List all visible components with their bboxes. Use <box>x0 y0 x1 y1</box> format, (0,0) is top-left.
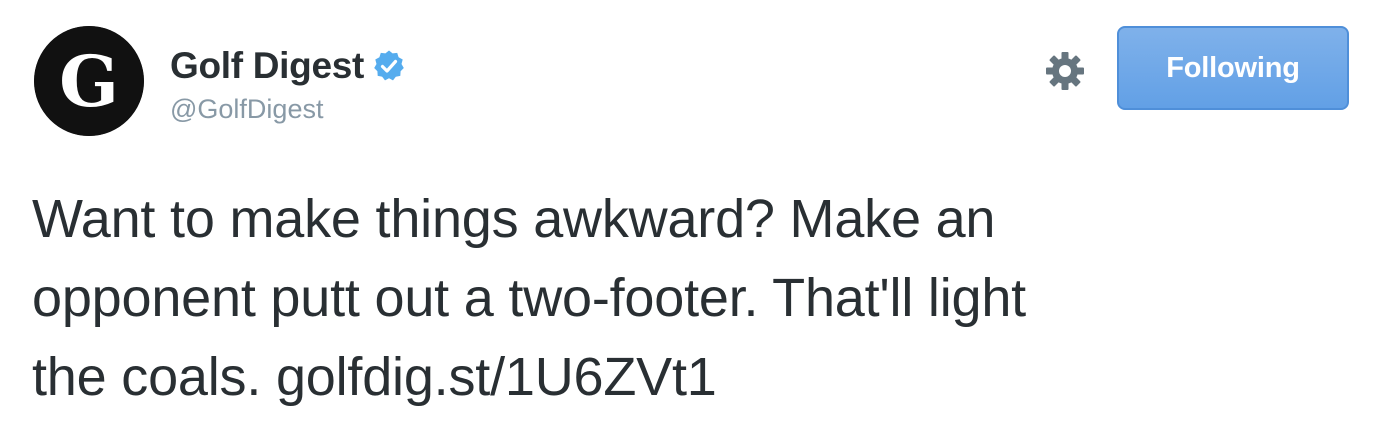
verified-badge-icon <box>372 49 406 83</box>
author-handle[interactable]: @GolfDigest <box>170 94 323 125</box>
following-button[interactable]: Following <box>1117 26 1349 110</box>
svg-text:G: G <box>59 40 119 123</box>
gear-icon[interactable] <box>1044 50 1086 92</box>
tweet-text-line: the coals. golfdig.st/1U6ZVt1 <box>32 338 1362 417</box>
author-display-name[interactable]: Golf Digest <box>170 45 364 87</box>
author-name-row: Golf Digest <box>170 44 406 88</box>
tweet-text-line: Want to make things awkward? Make an <box>32 189 996 249</box>
avatar[interactable]: G <box>34 26 144 136</box>
tweet-link[interactable]: golfdig.st/1U6ZVt1 <box>276 347 717 407</box>
tweet-text-fragment: the coals. <box>32 347 276 407</box>
tweet-text: Want to make things awkward? Make an opp… <box>32 180 1362 417</box>
tweet-card: G Golf Digest @GolfDigest Following Want… <box>0 0 1398 424</box>
golf-digest-logo-icon: G <box>34 26 144 136</box>
tweet-text-line: opponent putt out a two-footer. That'll … <box>32 268 1026 328</box>
